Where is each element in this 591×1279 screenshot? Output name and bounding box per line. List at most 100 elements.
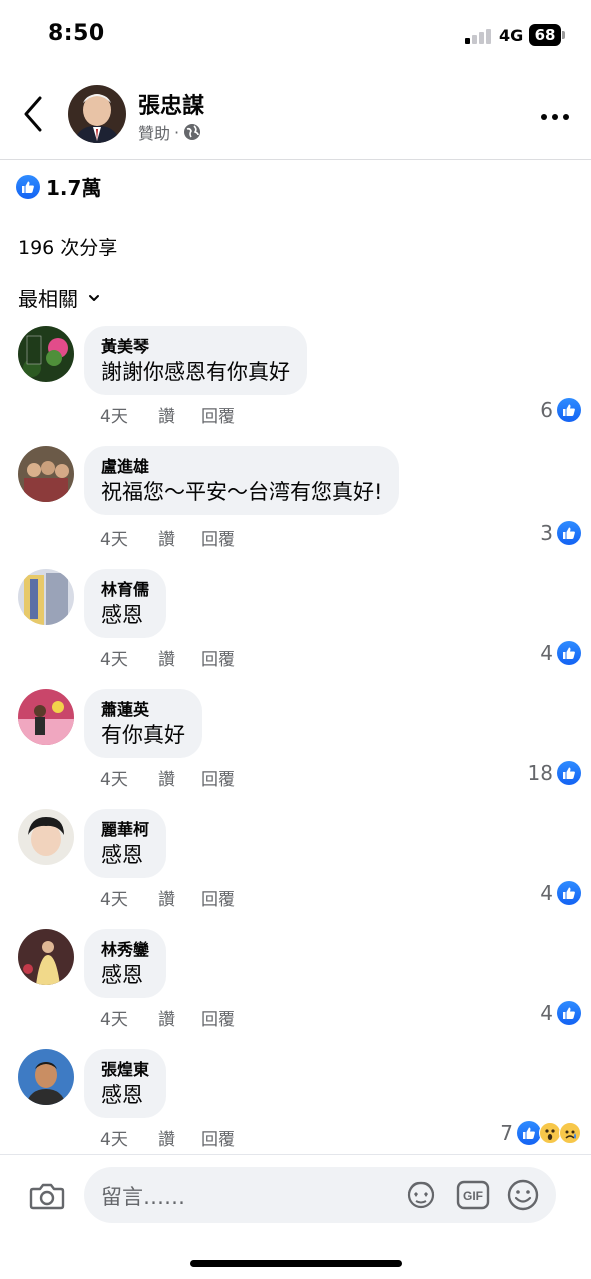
comment-text: 祝福您～平安～台湾有您真好! [101,480,383,504]
comment-time[interactable]: 4天 [100,765,158,790]
emoji-icon [507,1179,539,1211]
reaction-summary[interactable]: 1.7萬 [16,172,101,201]
comment-actions: 4天 讚 回覆 [100,765,235,790]
reaction-count: 4 [540,881,553,905]
comment-time[interactable]: 4天 [100,1125,158,1150]
avatar[interactable] [18,689,74,745]
avatar[interactable] [18,809,74,865]
comment-reactions[interactable]: 3 [540,521,581,545]
like-thumb-icon [517,1121,541,1145]
comment-author[interactable]: 麗華柯 [101,819,149,841]
post-header: 張忠謀 贊助 · [0,70,591,160]
comment-reactions[interactable]: 4 [540,881,581,905]
comment-sort-dropdown[interactable]: 最相關 [18,283,100,312]
comment-author[interactable]: 林秀鑾 [101,939,149,961]
camera-button[interactable] [28,1177,66,1215]
network-type: 4G [499,26,524,45]
comment-bubble[interactable]: 林育儒 感恩 [84,569,167,638]
comment-bubble[interactable]: 蕭蓮英 有你真好 [84,689,202,758]
comment-actions: 4天 讚 回覆 [100,525,235,550]
globe-icon [184,124,201,140]
reaction-count: 18 [527,761,553,785]
comment-author[interactable]: 黃美琴 [101,336,290,358]
battery-level: 68 [529,24,561,46]
comment-bubble[interactable]: 麗華柯 感恩 [84,809,167,878]
avatar-sticker-icon [407,1181,435,1209]
reaction-count: 6 [540,398,553,422]
comment-text: 感恩 [101,1083,143,1107]
avatar-sticker-button[interactable] [404,1179,438,1211]
more-options-button[interactable] [538,108,572,120]
comment-author[interactable]: 蕭蓮英 [101,699,185,721]
like-button[interactable]: 讚 [158,645,201,670]
like-button[interactable]: 讚 [158,525,201,550]
back-button[interactable] [18,94,52,134]
comment-reactions[interactable]: 4 [540,641,581,665]
comment-item: 張煌東 感恩 4天 讚 回覆 7 [0,1049,591,1159]
reply-button[interactable]: 回覆 [201,885,235,910]
comment-actions: 4天 讚 回覆 [100,885,235,910]
comment-actions: 4天 讚 回覆 [100,1125,235,1150]
comment-author[interactable]: 盧進雄 [101,456,382,478]
like-thumb-icon [557,761,581,785]
comment-text: 感恩 [101,843,143,867]
comment-reactions[interactable]: 6 [540,398,581,422]
emoji-button[interactable] [506,1178,540,1212]
home-indicator[interactable] [190,1260,402,1267]
reply-button[interactable]: 回覆 [201,765,235,790]
battery-icon: 68 [529,24,565,46]
comment-text: 謝謝你感恩有你真好 [101,360,290,384]
like-button[interactable]: 讚 [158,1125,201,1150]
reaction-count: 3 [540,521,553,545]
avatar[interactable] [18,929,74,985]
sort-label: 最相關 [18,287,78,311]
meta-separator: · [174,122,180,142]
reply-button[interactable]: 回覆 [201,525,235,550]
like-button[interactable]: 讚 [158,885,201,910]
shares-count[interactable]: 196 次分享 [18,233,117,260]
like-button[interactable]: 讚 [158,765,201,790]
comment-item: 林育儒 感恩 4天 讚 回覆 4 [0,569,591,679]
gif-button[interactable]: GIF [456,1179,490,1211]
status-bar: 8:50 4G 68 [0,0,591,70]
comment-time[interactable]: 4天 [100,402,158,427]
comment-time[interactable]: 4天 [100,1005,158,1030]
avatar[interactable] [18,1049,74,1105]
reply-button[interactable]: 回覆 [201,1125,235,1150]
comment-reactions[interactable]: 4 [540,1001,581,1025]
comment-composer: 留言…… GIF [0,1154,591,1236]
comment-reactions[interactable]: 7 [500,1121,581,1145]
comment-reactions[interactable]: 18 [528,761,581,785]
comment-bubble[interactable]: 林秀鑾 感恩 [84,929,167,998]
avatar[interactable] [18,326,74,382]
reaction-count: 4 [540,641,553,665]
svg-text:GIF: GIF [463,1189,483,1203]
comment-time[interactable]: 4天 [100,525,158,550]
status-time: 8:50 [48,21,105,46]
likes-count: 1.7萬 [46,176,102,200]
comment-author[interactable]: 林育儒 [101,579,149,601]
comment-bubble[interactable]: 黃美琴 謝謝你感恩有你真好 [84,326,307,395]
sponsored-label: 贊助 [138,124,171,143]
sad-icon [559,1122,581,1144]
avatar[interactable] [18,569,74,625]
reply-button[interactable]: 回覆 [201,1005,235,1030]
like-button[interactable]: 讚 [158,1005,201,1030]
comment-bubble[interactable]: 盧進雄 祝福您～平安～台湾有您真好! [84,446,400,515]
comment-time[interactable]: 4天 [100,645,158,670]
comment-input[interactable]: 留言…… GIF [84,1167,556,1223]
reaction-count: 4 [540,1001,553,1025]
comment-item: 蕭蓮英 有你真好 4天 讚 回覆 18 [0,689,591,799]
page-name[interactable]: 張忠謀 [138,88,204,120]
comment-author[interactable]: 張煌東 [101,1059,149,1081]
reply-button[interactable]: 回覆 [201,402,235,427]
page-avatar[interactable] [68,85,126,143]
comment-bubble[interactable]: 張煌東 感恩 [84,1049,167,1118]
comment-time[interactable]: 4天 [100,885,158,910]
comment-input-placeholder: 留言…… [101,1185,185,1209]
avatar[interactable] [18,446,74,502]
comment-actions: 4天 讚 回覆 [100,645,235,670]
like-button[interactable]: 讚 [158,402,201,427]
like-thumb-icon [557,398,581,422]
reply-button[interactable]: 回覆 [201,645,235,670]
